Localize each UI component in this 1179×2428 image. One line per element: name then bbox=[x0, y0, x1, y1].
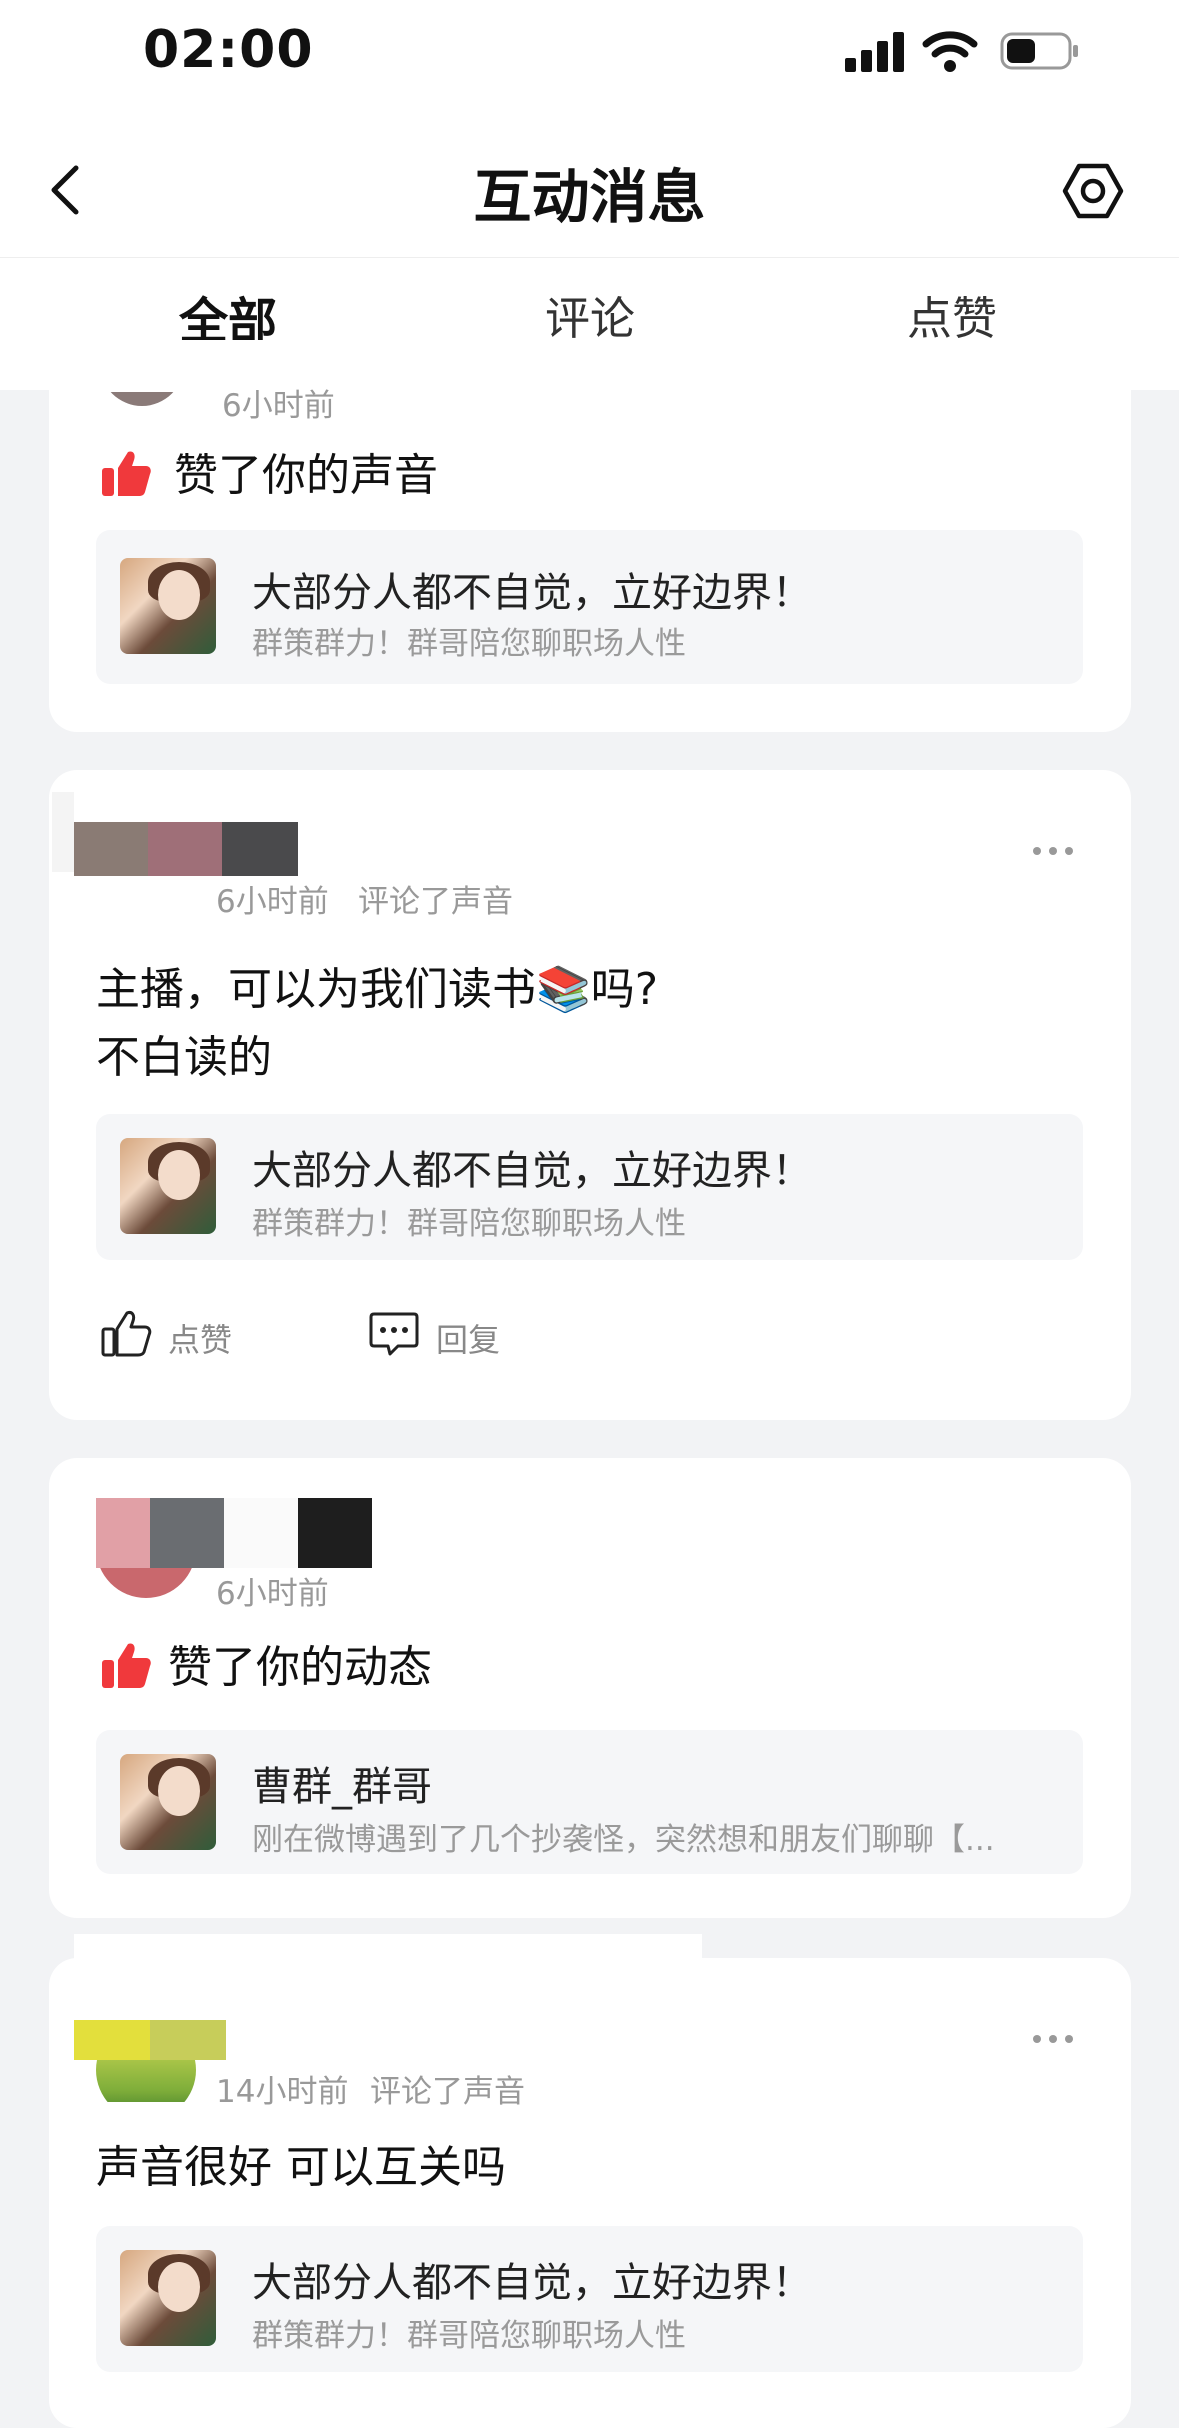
notification-action: 评论了声音 bbox=[370, 2074, 525, 2110]
avatar[interactable] bbox=[52, 792, 74, 872]
content-thumbnail bbox=[120, 1138, 216, 1234]
avatar[interactable] bbox=[96, 392, 186, 410]
redacted-area bbox=[74, 1934, 702, 1984]
thumbs-up-outline-icon[interactable] bbox=[100, 1308, 152, 1358]
like-button[interactable]: 点赞 bbox=[168, 1315, 232, 1361]
notification-time: 6小时前 bbox=[216, 884, 329, 920]
cellular-signal-icon bbox=[845, 30, 905, 72]
tab-comments[interactable]: 评论 bbox=[470, 282, 710, 347]
quote-subtitle: 群策群力！群哥陪您聊职场人性 bbox=[252, 1206, 686, 1242]
notification-time: 6小时前 bbox=[216, 1576, 329, 1612]
status-time: 02:00 bbox=[143, 20, 314, 80]
notification-text: 赞了你的声音 bbox=[174, 450, 438, 501]
quote-subtitle: 群策群力！群哥陪您聊职场人性 bbox=[252, 2318, 686, 2354]
notification-action: 评论了声音 bbox=[358, 884, 513, 920]
quoted-content[interactable]: 曹群_群哥 刚在微博遇到了几个抄袭怪，突然想和朋友们聊聊【... bbox=[96, 1730, 1083, 1874]
battery-icon bbox=[1000, 32, 1078, 70]
page-title: 互动消息 bbox=[473, 163, 706, 231]
quote-title: 大部分人都不自觉，立好边界！ bbox=[252, 1148, 812, 1194]
reply-button[interactable]: 回复 bbox=[436, 1315, 500, 1361]
more-options-icon[interactable] bbox=[1033, 840, 1081, 855]
content-thumbnail bbox=[120, 2250, 216, 2346]
quoted-content[interactable]: 大部分人都不自觉，立好边界！ 群策群力！群哥陪您聊职场人性 bbox=[96, 530, 1083, 684]
settings-icon[interactable] bbox=[1062, 160, 1124, 222]
quote-title: 曹群_群哥 bbox=[252, 1764, 432, 1810]
quoted-content[interactable]: 大部分人都不自觉，立好边界！ 群策群力！群哥陪您聊职场人性 bbox=[96, 1114, 1083, 1260]
books-emoji: 📚 bbox=[536, 964, 591, 1015]
comment-text: 主播，可以为我们读书📚吗? bbox=[96, 964, 659, 1015]
thumbs-up-filled-icon bbox=[102, 451, 151, 496]
quote-title: 大部分人都不自觉，立好边界！ bbox=[252, 570, 812, 616]
content-thumbnail bbox=[120, 558, 216, 654]
user-name-redacted[interactable] bbox=[74, 822, 298, 876]
notification-time: 14小时前 bbox=[216, 2074, 349, 2110]
quote-subtitle: 群策群力！群哥陪您聊职场人性 bbox=[252, 626, 686, 662]
reply-bubble-icon[interactable] bbox=[368, 1310, 420, 1358]
quote-title: 大部分人都不自觉，立好边界！ bbox=[252, 2260, 812, 2306]
wifi-icon bbox=[922, 31, 978, 72]
avatar[interactable] bbox=[74, 2020, 226, 2102]
content-thumbnail bbox=[120, 1754, 216, 1850]
thumbs-up-filled-icon bbox=[102, 1643, 151, 1688]
quoted-content[interactable]: 大部分人都不自觉，立好边界！ 群策群力！群哥陪您聊职场人性 bbox=[96, 2226, 1083, 2372]
tab-likes[interactable]: 点赞 bbox=[832, 282, 1072, 347]
notification-text: 赞了你的动态 bbox=[168, 1642, 432, 1693]
comment-text-line2: 不白读的 bbox=[96, 1032, 272, 1083]
more-options-icon[interactable] bbox=[1033, 2028, 1081, 2043]
notification-time: 6小时前 bbox=[222, 388, 335, 424]
quote-subtitle: 刚在微博遇到了几个抄袭怪，突然想和朋友们聊聊【... bbox=[252, 1822, 995, 1858]
comment-text: 声音很好 可以互关吗 bbox=[96, 2142, 506, 2193]
